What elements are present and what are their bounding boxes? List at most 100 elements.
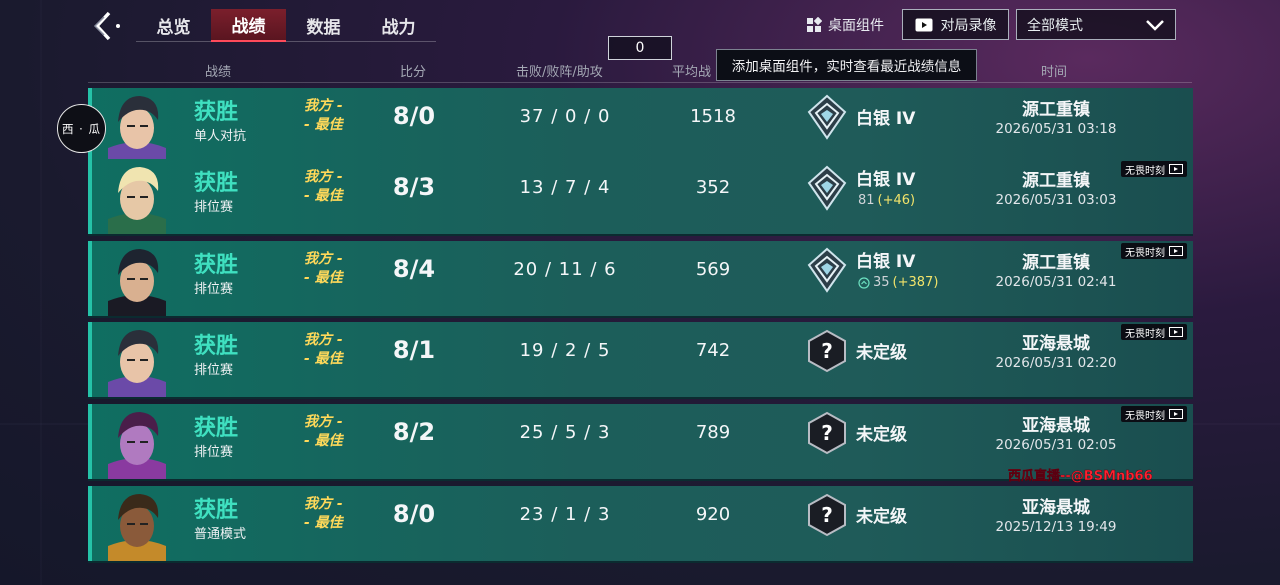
- match-score: 8/2: [392, 418, 436, 446]
- unranked-icon: ?: [808, 411, 846, 455]
- widget-tooltip: 添加桌面组件，实时查看最近战绩信息: [716, 49, 977, 81]
- agent-avatar: [108, 494, 166, 561]
- tab-power[interactable]: 战力: [361, 9, 436, 42]
- match-row[interactable]: 获胜 普通模式 我方 - - 最佳 8/0 23 / 1 / 3 920 ? 未…: [88, 486, 1193, 563]
- film-icon: [1169, 246, 1183, 256]
- desktop-widget-label: 桌面组件: [828, 18, 884, 34]
- match-kda: 37 / 0 / 0: [519, 106, 611, 127]
- match-date: 2026/05/31 03:18: [995, 121, 1117, 137]
- mode-dropdown[interactable]: 全部模式: [1016, 9, 1176, 40]
- tab-records[interactable]: 战绩: [211, 9, 286, 42]
- rank-points-value: 81: [858, 193, 875, 208]
- rank-name: 未定级: [856, 507, 907, 527]
- mvp-line-2: - 最佳: [304, 117, 343, 133]
- svg-text:?: ?: [821, 503, 833, 527]
- match-row[interactable]: 获胜 排位赛 我方 - - 最佳 8/2 25 / 5 / 3 789 ? 未定…: [88, 404, 1193, 484]
- match-date: 2026/05/31 02:05: [995, 437, 1117, 453]
- mvp-badge: 我方 - - 最佳: [304, 495, 364, 533]
- header-record: 战绩: [205, 65, 232, 80]
- match-mode: 排位赛: [194, 282, 234, 297]
- rank-silver-icon: [807, 165, 847, 211]
- match-kda: 13 / 7 / 4: [519, 177, 611, 198]
- mvp-line-2: - 最佳: [304, 270, 343, 286]
- highlight-tag[interactable]: 无畏时刻: [1121, 406, 1187, 422]
- rank-name: 白银 IV: [856, 170, 916, 190]
- match-result: 获胜: [194, 334, 239, 359]
- user-badge: 西 · 瓜: [57, 104, 106, 153]
- match-mode: 单人对抗: [194, 129, 247, 144]
- match-map: 亚海悬城: [1022, 416, 1090, 436]
- back-arrow-icon: [93, 11, 120, 41]
- mvp-line-1: 我方 -: [304, 98, 343, 114]
- tab-data[interactable]: 数据: [286, 9, 361, 42]
- match-map: 源工重镇: [1022, 253, 1090, 273]
- replay-label: 对局录像: [940, 17, 997, 34]
- rank-name: 白银 IV: [856, 252, 916, 272]
- mvp-line-2: - 最佳: [304, 515, 343, 531]
- match-row[interactable]: 获胜 排位赛 我方 - - 最佳 8/1 19 / 2 / 5 742 ? 未定…: [88, 322, 1193, 399]
- svg-text:?: ?: [821, 339, 833, 363]
- rank-name: 未定级: [856, 425, 907, 445]
- match-date: 2026/05/31 03:03: [995, 192, 1117, 208]
- match-avg-combat: 920: [695, 504, 731, 525]
- match-row[interactable]: 获胜 排位赛 我方 - - 最佳 8/3 13 / 7 / 4 352 白银 I…: [88, 159, 1193, 236]
- match-mode: 普通模式: [194, 527, 247, 542]
- back-button[interactable]: [86, 8, 126, 44]
- mvp-badge: 我方 - - 最佳: [304, 413, 364, 451]
- desktop-widget-button[interactable]: 桌面组件: [806, 12, 884, 38]
- rank-silver-icon: [807, 94, 847, 140]
- mvp-line-1: 我方 -: [304, 414, 343, 430]
- match-kda: 23 / 1 / 3: [519, 504, 611, 525]
- match-avg-combat: 1518: [690, 106, 736, 127]
- film-icon: [1169, 164, 1183, 174]
- mvp-badge: 我方 - - 最佳: [304, 168, 364, 206]
- highlight-tag[interactable]: 无畏时刻: [1121, 161, 1187, 177]
- match-result: 获胜: [194, 100, 239, 125]
- mode-dropdown-value: 全部模式: [1027, 17, 1083, 34]
- header-kda: 击败/败阵/助攻: [516, 65, 603, 80]
- header-avg: 平均战: [672, 65, 712, 80]
- header-score: 比分: [400, 65, 427, 80]
- match-row[interactable]: 获胜 排位赛 我方 - - 最佳 8/4 20 / 11 / 6 569 白银 …: [88, 241, 1193, 318]
- highlight-tag[interactable]: 无畏时刻: [1121, 243, 1187, 259]
- unranked-icon: ?: [808, 329, 846, 373]
- replay-button[interactable]: 对局录像: [902, 9, 1009, 40]
- match-date: 2026/05/31 02:41: [995, 274, 1117, 290]
- rank-points-value: 35: [873, 275, 890, 290]
- match-avg-combat: 742: [695, 340, 731, 361]
- match-mode: 排位赛: [194, 445, 234, 460]
- mvp-line-1: 我方 -: [304, 251, 343, 267]
- mvp-line-2: - 最佳: [304, 188, 343, 204]
- rank-points-gain: (+46): [877, 193, 916, 208]
- mvp-badge: 我方 - - 最佳: [304, 331, 364, 369]
- highlight-tag-label: 无畏时刻: [1125, 410, 1165, 422]
- rank-silver-icon: [807, 247, 847, 293]
- rank-points-gain: (+387): [892, 275, 939, 290]
- video-icon: [915, 18, 932, 31]
- match-score: 8/0: [392, 102, 436, 130]
- rank-name: 未定级: [856, 343, 907, 363]
- rank-points: 35 (+387): [858, 275, 938, 290]
- match-date: 2025/12/13 19:49: [995, 519, 1117, 535]
- agent-avatar: [108, 330, 166, 397]
- svg-text:?: ?: [821, 421, 833, 445]
- match-kda: 19 / 2 / 5: [519, 340, 611, 361]
- highlight-tag-label: 无畏时刻: [1125, 247, 1165, 259]
- match-score: 8/0: [392, 500, 436, 528]
- match-map: 亚海悬城: [1022, 334, 1090, 354]
- film-icon: [1169, 409, 1183, 419]
- agent-avatar: [108, 412, 166, 479]
- counter-box: 0: [608, 36, 672, 60]
- match-score: 8/4: [392, 255, 436, 283]
- tab-bar: 总览 战绩 数据 战力: [136, 9, 436, 42]
- match-avg-combat: 352: [695, 177, 731, 198]
- chevron-down-icon: [1146, 19, 1164, 31]
- mvp-line-1: 我方 -: [304, 169, 343, 185]
- header-time: 时间: [1041, 65, 1068, 80]
- match-result: 获胜: [194, 416, 239, 441]
- highlight-tag[interactable]: 无畏时刻: [1121, 324, 1187, 340]
- mvp-line-1: 我方 -: [304, 332, 343, 348]
- match-row[interactable]: 获胜 单人对抗 我方 - - 最佳 8/0 37 / 0 / 0 1518 白银…: [88, 88, 1193, 165]
- tab-overview[interactable]: 总览: [136, 9, 211, 42]
- mvp-line-2: - 最佳: [304, 351, 343, 367]
